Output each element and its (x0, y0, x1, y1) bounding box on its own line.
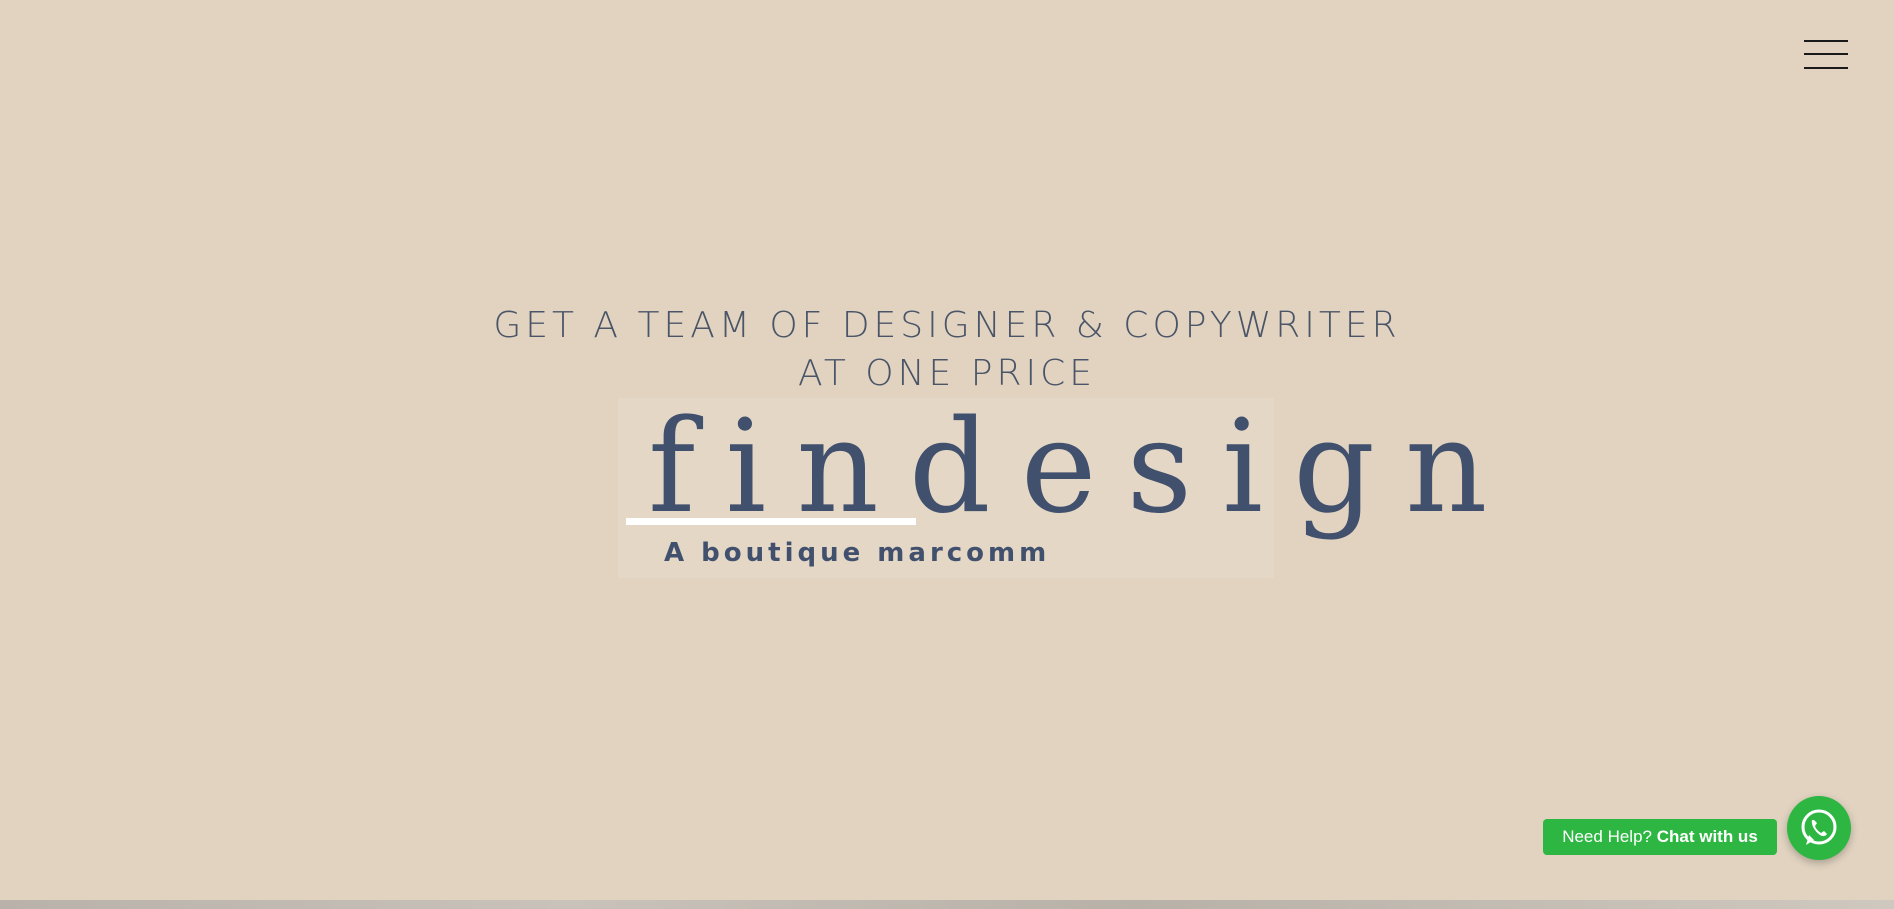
hero-heading-line-2: AT ONE PRICE (798, 353, 1096, 395)
logo-tagline: A boutique marcomm (664, 538, 1051, 568)
menu-line (1804, 53, 1848, 55)
menu-line (1804, 40, 1848, 42)
logo-underline (626, 518, 916, 525)
logo-wordmark: findesign (648, 393, 1518, 542)
whatsapp-icon (1801, 809, 1837, 845)
next-section-edge (0, 900, 1894, 909)
hamburger-menu-button[interactable] (1796, 32, 1852, 76)
chat-prefix: Need Help? (1562, 827, 1652, 846)
hero-heading-line-1: GET A TEAM OF DESIGNER & COPYWRITER (493, 305, 1401, 347)
findesign-logo: findesign A boutique marcomm (618, 398, 1487, 578)
menu-line (1804, 67, 1848, 69)
hero-heading: GET A TEAM OF DESIGNER & COPYWRITER AT O… (447, 302, 1447, 398)
chat-cta: Chat with us (1656, 827, 1758, 846)
whatsapp-button[interactable] (1787, 796, 1851, 860)
chat-with-us-button[interactable]: Need Help? Chat with us (1543, 819, 1777, 855)
